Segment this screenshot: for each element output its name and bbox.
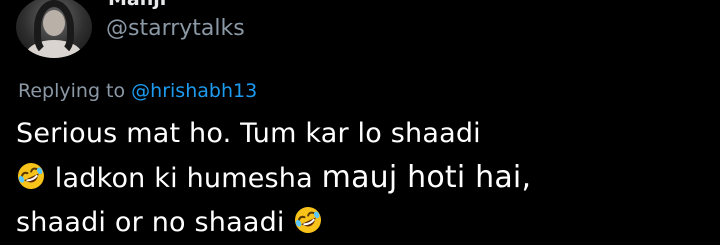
avatar-hair — [34, 0, 74, 56]
tweet-line-2: ladkon ki humesha mauj hoti hai, — [16, 156, 716, 201]
display-name[interactable]: Manjr — [108, 0, 169, 10]
tweet-line-1: Serious mat ho. Tum kar lo shaadi — [16, 118, 481, 149]
laughing-emoji-icon — [16, 161, 46, 191]
tweet-line-2-part-b: mauj hoti hai, — [321, 160, 532, 195]
tweet-line-3: shaadi or no shaadi — [16, 201, 716, 245]
avatar[interactable] — [16, 0, 92, 58]
replying-to: Replying to @hrishabh13 — [18, 80, 257, 102]
laughing-emoji-icon — [293, 205, 323, 235]
tweet-line-2-part-a: ladkon ki humesha — [54, 163, 322, 194]
replying-mention-link[interactable]: @hrishabh13 — [131, 80, 257, 102]
tweet: Manjr @starrytalks Replying to @hrishabh… — [0, 0, 720, 240]
user-handle[interactable]: @starrytalks — [106, 16, 245, 41]
tweet-line-3-text: shaadi or no shaadi — [16, 207, 285, 238]
tweet-text: Serious mat ho. Tum kar lo shaadi ladkon… — [16, 112, 716, 245]
replying-to-label: Replying to — [18, 80, 126, 102]
